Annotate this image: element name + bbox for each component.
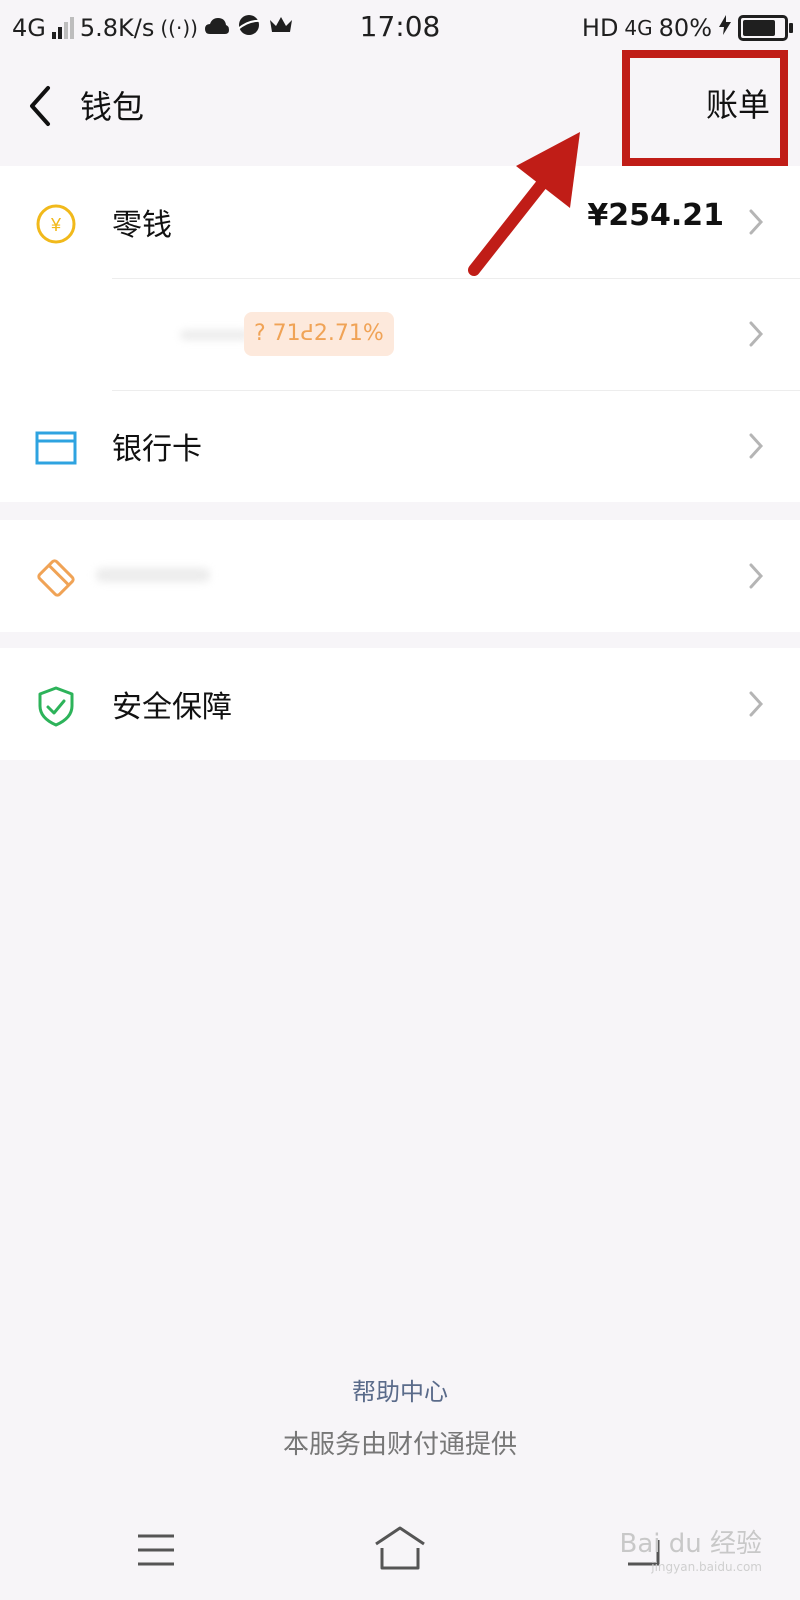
bank-card-label: 银行卡: [112, 432, 202, 467]
battery-percent: 80%: [658, 14, 712, 42]
watermark: Bai du 经验 jingyan.baidu.com: [619, 1523, 762, 1574]
rate-badge: ? 71ᕍ2.71%: [244, 312, 394, 356]
menu-button[interactable]: [124, 1518, 188, 1582]
annotation-arrow-icon: [468, 132, 580, 276]
chevron-right-icon: [749, 321, 764, 347]
chevron-right-icon: [749, 433, 764, 459]
wallet-card: ¥ 零钱 ¥254.21 ? 71ᕍ2.71% 银行卡: [0, 166, 800, 502]
chevron-right-icon: [749, 691, 764, 717]
back-arrow-icon: [30, 86, 50, 126]
svg-text:¥: ¥: [50, 215, 62, 235]
network-type-right: 4G: [624, 16, 653, 40]
watermark-url: jingyan.baidu.com: [651, 1560, 762, 1574]
chevron-right-icon: [749, 209, 764, 235]
shield-check-icon: [38, 686, 74, 727]
change-row[interactable]: ¥ 零钱 ¥254.21: [0, 166, 800, 278]
chevron-right-icon: [749, 563, 764, 589]
status-right: HD 4G 80%: [581, 10, 793, 46]
rate-row[interactable]: ? 71ᕍ2.71%: [0, 278, 800, 390]
battery-icon: [738, 15, 793, 41]
page-title: 钱包: [80, 88, 145, 126]
hd-indicator: HD: [581, 14, 619, 42]
home-icon: [375, 1526, 425, 1570]
blurred-label: [96, 568, 210, 582]
diamond-tag-icon: [37, 559, 75, 597]
security-label: 安全保障: [112, 690, 232, 725]
bank-card-icon: [35, 431, 77, 465]
change-label: 零钱: [112, 208, 172, 243]
status-bar: 4G 5.8K/s ((·)) 17:08 HD 4G 80%: [0, 0, 800, 56]
blurred-text: [180, 330, 250, 340]
blurred-row[interactable]: [0, 520, 800, 632]
security-card: 安全保障: [0, 648, 800, 760]
battery-level-fill: [743, 20, 775, 36]
change-balance: ¥254.21: [587, 198, 724, 233]
charging-icon: [718, 14, 732, 42]
home-button[interactable]: [368, 1518, 432, 1582]
menu-icon: [138, 1534, 174, 1566]
back-button[interactable]: [18, 76, 62, 136]
bank-card-row[interactable]: 银行卡: [0, 390, 800, 502]
yen-coin-icon: ¥: [36, 204, 76, 244]
help-center-link[interactable]: 帮助中心: [0, 1372, 800, 1407]
watermark-text: Bai du 经验: [619, 1529, 762, 1559]
blurred-card: [0, 520, 800, 632]
security-row[interactable]: 安全保障: [0, 648, 800, 760]
annotation-highlight-box: [622, 50, 788, 166]
provider-text: 本服务由财付通提供: [282, 1430, 517, 1460]
